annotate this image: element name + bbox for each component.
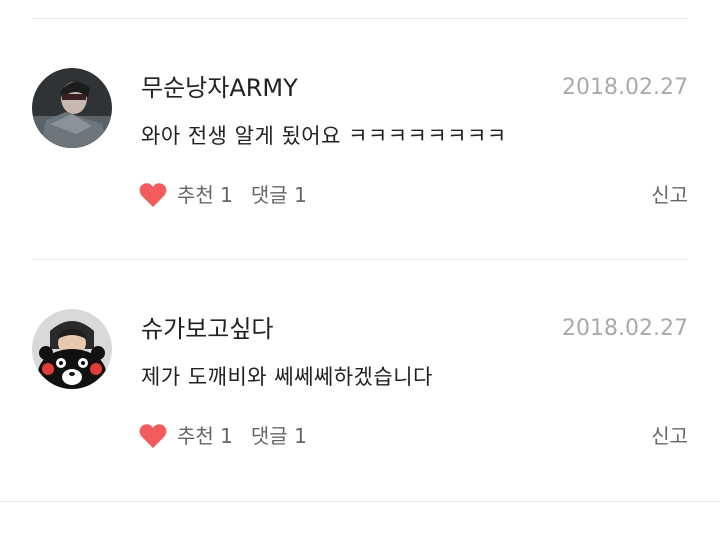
comment-text: 와아 전생 알게 됬어요 ㅋㅋㅋㅋㅋㅋㅋㅋ [141,124,507,148]
comment-divider [0,501,720,502]
comment-date: 2018.02.27 [562,316,688,341]
like-count-button[interactable]: 추천 1 [177,421,233,451]
report-button[interactable]: 신고 [651,180,688,210]
reply-count-button[interactable]: 댓글 1 [251,180,307,210]
reply-count: 1 [294,183,307,207]
reply-label: 댓글 [250,183,288,207]
comment-actions: 추천 1 댓글 1 [139,180,325,210]
user-avatar[interactable] [32,309,112,389]
reply-count: 1 [294,424,307,448]
reply-count-button[interactable]: 댓글 1 [251,421,307,451]
like-count-button[interactable]: 추천 1 [177,180,233,210]
reply-label: 댓글 [250,424,288,448]
comment-item: 슈가보고싶다 2018.02.27 제가 도깨비와 쎄쎄쎄하겠습니다 추천 1 … [0,309,720,549]
like-count: 1 [220,424,233,448]
comment-username[interactable]: 슈가보고싶다 [141,313,273,345]
like-count: 1 [220,183,233,207]
heart-icon[interactable] [139,423,167,449]
kumamon-avatar-icon [32,309,112,389]
comment-date: 2018.02.27 [562,75,688,100]
user-avatar[interactable] [32,68,112,148]
top-divider [32,18,688,19]
comment-divider [32,259,688,260]
comment-item: 무순낭자ARMY 2018.02.27 와아 전생 알게 됬어요 ㅋㅋㅋㅋㅋㅋㅋ… [0,68,720,308]
heart-icon[interactable] [139,182,167,208]
like-label: 추천 [177,183,214,207]
avatar-photo-icon [32,68,112,148]
comment-username[interactable]: 무순낭자ARMY [141,72,298,104]
report-button[interactable]: 신고 [651,421,688,451]
like-label: 추천 [177,424,214,448]
comment-text: 제가 도깨비와 쎄쎄쎄하겠습니다 [141,365,433,389]
comment-actions: 추천 1 댓글 1 [139,421,325,451]
